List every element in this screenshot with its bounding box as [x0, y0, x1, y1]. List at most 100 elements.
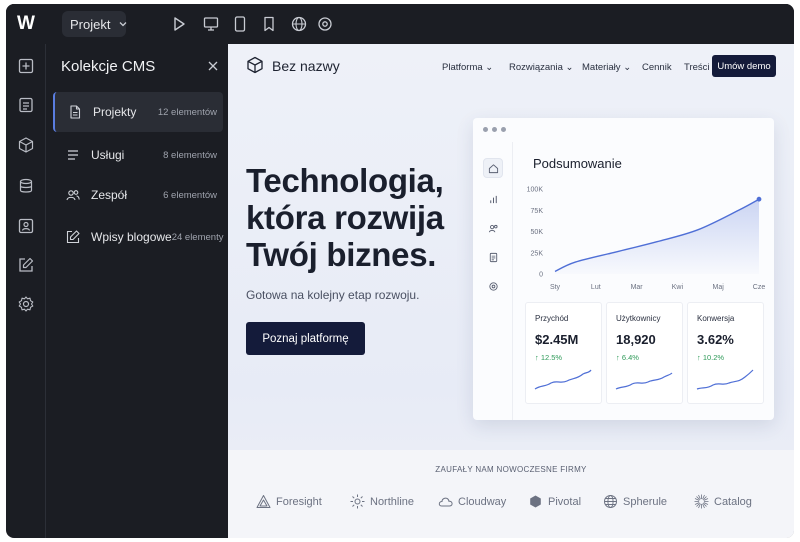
- nav-label: Rozwiązania: [509, 62, 563, 73]
- collection-name: Zespół: [91, 188, 128, 202]
- hero-heading: Technologia, która rozwija Twój biznes.: [246, 162, 476, 273]
- book-demo-button[interactable]: Umów demo: [712, 55, 776, 77]
- pencil-icon: [65, 229, 81, 245]
- nav-tresci[interactable]: Treści: [684, 62, 710, 73]
- kpi-value: 18,920: [616, 332, 656, 347]
- cms-collections-panel: Kolekcje CMS Projekty 12 elementów Usług…: [47, 44, 227, 538]
- mobile-icon[interactable]: [260, 15, 278, 33]
- nav-rozwiazania[interactable]: Rozwiązania ⌄: [509, 62, 573, 73]
- triangle-icon: [256, 495, 271, 508]
- globe-icon[interactable]: [290, 15, 308, 33]
- logo-pivotal: Pivotal: [528, 494, 581, 509]
- kpi-value: $2.45M: [535, 332, 579, 347]
- cube-logo-icon: [246, 56, 264, 74]
- play-icon[interactable]: [170, 15, 188, 33]
- site-navbar: Bez nazwy Platforma ⌄ Rozwiązania ⌄ Mate…: [228, 44, 794, 88]
- app-window: W Projekt Kolekcje CMS Projekty 12 eleme…: [6, 4, 794, 538]
- nav-materialy[interactable]: Materiały ⌄: [582, 62, 631, 73]
- kpi-label: Użytkownicy: [616, 314, 661, 323]
- y-tick-label: 100K: [527, 187, 544, 194]
- window-dots: [483, 127, 506, 132]
- project-dropdown[interactable]: Projekt: [62, 11, 127, 37]
- hero-heading-line: która rozwija: [246, 199, 444, 236]
- site-brand[interactable]: Bez nazwy: [272, 58, 340, 74]
- x-tick-label: Lut: [591, 284, 601, 291]
- nav-cennik[interactable]: Cennik: [642, 62, 672, 73]
- collection-item-zespol[interactable]: Zespół 6 elementów: [53, 175, 223, 215]
- trusted-by-section: ZAUFAŁY NAM NOWOCZESNE FIRMY Foresight N…: [228, 450, 794, 538]
- list-icon: [65, 147, 81, 163]
- chart-area-fill: [555, 199, 759, 274]
- settings-icon[interactable]: [316, 15, 334, 33]
- collection-count: 24 elementy: [171, 231, 224, 243]
- kpi-card-users: Użytkownicy 18,920 ↑ 6.4%: [606, 302, 683, 404]
- explore-platform-button[interactable]: Poznaj platformę: [246, 322, 365, 355]
- x-tick-label: Sty: [550, 284, 561, 291]
- hero-heading-line: Twój biznes.: [246, 236, 437, 273]
- dashboard-sidebar: [473, 142, 513, 420]
- chart-end-point: [756, 196, 762, 202]
- settings-icon[interactable]: [17, 295, 35, 313]
- desktop-icon[interactable]: [202, 15, 220, 33]
- sphere-icon: [604, 495, 617, 508]
- collection-item-projekty[interactable]: Projekty 12 elementów: [53, 92, 223, 132]
- x-tick-label: Maj: [713, 284, 725, 291]
- team-icon: [65, 187, 81, 203]
- y-tick-label: 50K: [531, 229, 544, 236]
- y-tick-label: 0: [539, 272, 543, 279]
- sparkline: [534, 369, 592, 390]
- assets-icon[interactable]: [17, 217, 35, 235]
- hexagon-icon: [530, 495, 541, 508]
- x-tick-label: Cze: [753, 284, 766, 291]
- logo-name: Northline: [370, 495, 415, 508]
- nav-platforma[interactable]: Platforma ⌄: [442, 62, 493, 73]
- top-bar: W Projekt: [6, 4, 794, 44]
- users-icon: [483, 218, 503, 238]
- document-icon: [67, 104, 83, 120]
- left-rail: [6, 44, 46, 538]
- edit-icon[interactable]: [17, 256, 35, 274]
- kpi-delta: ↑ 10.2%: [697, 353, 725, 362]
- logo-name: Cloudway: [458, 495, 507, 508]
- sparkline: [696, 369, 754, 390]
- collection-item-wpisy-blogowe[interactable]: Wpisy blogowe 24 elementy: [53, 217, 223, 257]
- kpi-delta: ↑ 6.4%: [616, 353, 639, 362]
- kpi-value: 3.62%: [697, 332, 734, 347]
- hero-heading-line: Technologia,: [246, 162, 444, 199]
- x-tick-label: Kwi: [672, 284, 684, 291]
- collection-item-uslugi[interactable]: Usługi 8 elementów: [53, 135, 223, 175]
- logo-northline: Northline: [350, 494, 414, 509]
- webflow-logo[interactable]: W: [14, 12, 38, 36]
- add-icon[interactable]: [17, 57, 35, 75]
- window-dot: [483, 127, 488, 132]
- window-dot: [501, 127, 506, 132]
- project-label: Projekt: [70, 16, 111, 32]
- logo-catalog: Catalog: [694, 494, 752, 509]
- nav-label: Platforma: [442, 62, 483, 73]
- starburst-icon: [694, 494, 709, 509]
- website-canvas: Bez nazwy Platforma ⌄ Rozwiązania ⌄ Mate…: [228, 44, 794, 538]
- collection-name: Wpisy blogowe: [91, 230, 172, 244]
- kpi-card-conversion: Konwersja 3.62% ↑ 10.2%: [687, 302, 764, 404]
- home-icon: [483, 158, 503, 178]
- logo-spherule: Spherule: [603, 494, 667, 509]
- dashboard-mockup: Podsumowanie 100K 75K 50K 25K 0 Sty Lut Mar Kwi M…: [473, 118, 774, 420]
- collection-count: 12 elementów: [157, 106, 217, 118]
- collection-name: Projekty: [93, 105, 137, 119]
- collection-count: 6 elementów: [163, 189, 217, 201]
- x-tick-label: Mar: [631, 284, 644, 291]
- window-dot: [492, 127, 497, 132]
- collection-count: 8 elementów: [163, 149, 217, 161]
- trusted-by-title: ZAUFAŁY NAM NOWOCZESNE FIRMY: [435, 465, 587, 474]
- cms-database-icon[interactable]: [17, 177, 35, 195]
- components-icon[interactable]: [17, 136, 35, 154]
- nav-label: Materiały: [582, 62, 621, 73]
- bar-chart-icon: [483, 189, 503, 209]
- tablet-icon[interactable]: [231, 15, 249, 33]
- chevron-down-icon: ⌄: [623, 62, 632, 73]
- pages-icon[interactable]: [17, 96, 35, 114]
- close-icon[interactable]: [207, 59, 219, 71]
- cloud-icon: [438, 497, 453, 507]
- logo-foresight: Foresight: [256, 494, 322, 509]
- kpi-card-revenue: Przychód $2.45M ↑ 12.5%: [525, 302, 602, 404]
